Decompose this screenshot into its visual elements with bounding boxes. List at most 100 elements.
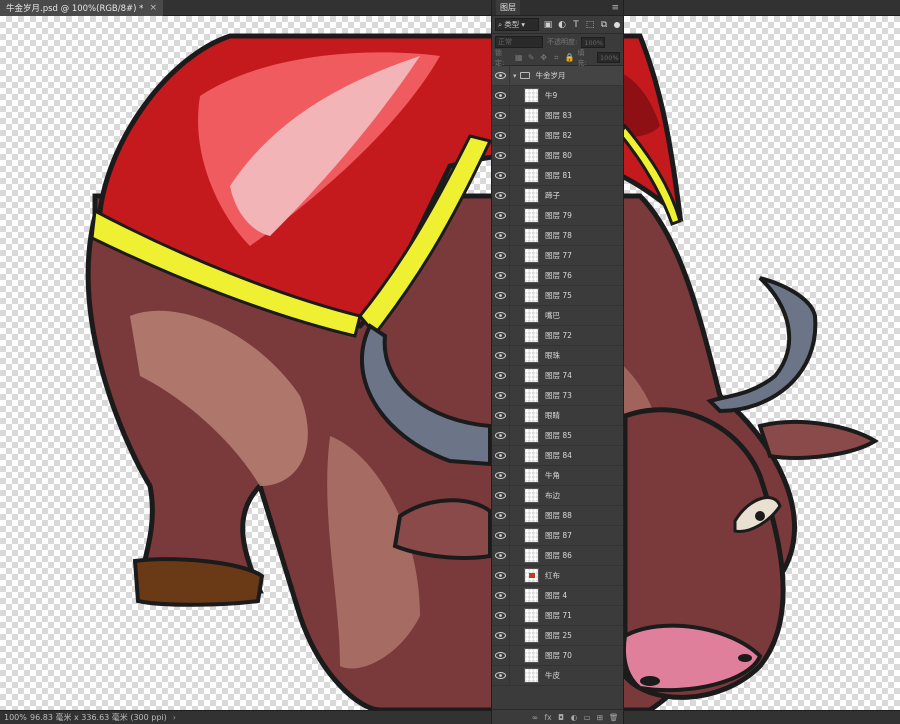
canvas[interactable] <box>0 16 900 710</box>
layer-row[interactable]: 牛9 <box>492 85 623 106</box>
layer-row[interactable]: 图层 86 <box>492 545 623 566</box>
layer-row[interactable]: 蹄子 <box>492 185 623 206</box>
layer-row[interactable]: 布边 <box>492 485 623 506</box>
layer-row[interactable]: 图层 80 <box>492 145 623 166</box>
visibility-eye-icon[interactable] <box>492 345 510 366</box>
layer-row[interactable]: 图层 79 <box>492 205 623 226</box>
image-filter-icon[interactable]: ▣ <box>543 20 553 30</box>
visibility-eye-icon[interactable] <box>492 425 510 446</box>
close-icon[interactable]: × <box>149 3 157 13</box>
lock-position-icon[interactable]: ✥ <box>540 53 549 62</box>
layer-row[interactable]: 图层 72 <box>492 325 623 346</box>
type-filter-icon[interactable]: T <box>571 20 581 30</box>
layer-row[interactable]: 图层 74 <box>492 365 623 386</box>
filter-toggle[interactable] <box>614 21 620 28</box>
layer-thumbnail[interactable] <box>524 88 539 103</box>
visibility-eye-icon[interactable] <box>492 485 510 506</box>
layer-thumbnail[interactable] <box>524 468 539 483</box>
layer-row[interactable]: 嘴巴 <box>492 305 623 326</box>
visibility-eye-icon[interactable] <box>492 145 510 166</box>
lock-pixels-icon[interactable]: ▦ <box>514 53 523 62</box>
fx-icon[interactable]: fx <box>544 713 552 722</box>
visibility-eye-icon[interactable] <box>492 545 510 566</box>
add-mask-icon[interactable]: ◘ <box>557 713 565 722</box>
layer-thumbnail[interactable] <box>524 448 539 463</box>
lock-artboard-icon[interactable]: ⌗ <box>552 53 561 63</box>
visibility-eye-icon[interactable] <box>492 325 510 346</box>
layer-thumbnail[interactable] <box>524 348 539 363</box>
layer-thumbnail[interactable] <box>524 368 539 383</box>
layer-thumbnail[interactable] <box>524 528 539 543</box>
visibility-eye-icon[interactable] <box>492 105 510 126</box>
layer-row[interactable]: 图层 87 <box>492 525 623 546</box>
visibility-eye-icon[interactable] <box>492 245 510 266</box>
panel-menu-icon[interactable]: ≡ <box>611 3 619 13</box>
layer-row[interactable]: 眼珠 <box>492 345 623 366</box>
layer-row[interactable]: 图层 88 <box>492 505 623 526</box>
layer-thumbnail[interactable] <box>524 288 539 303</box>
layer-row[interactable]: 图层 82 <box>492 125 623 146</box>
layer-thumbnail[interactable] <box>524 388 539 403</box>
chevron-down-icon[interactable]: ▾ <box>513 72 517 80</box>
layer-row[interactable]: 图层 75 <box>492 285 623 306</box>
visibility-eye-icon[interactable] <box>492 165 510 186</box>
layer-thumbnail[interactable] <box>524 228 539 243</box>
new-group-icon[interactable]: ▭ <box>583 713 591 722</box>
fill-field[interactable]: 100% <box>597 52 620 63</box>
layer-thumbnail[interactable] <box>524 548 539 563</box>
layer-row[interactable]: 图层 71 <box>492 605 623 626</box>
layer-thumbnail[interactable] <box>524 588 539 603</box>
visibility-eye-icon[interactable] <box>492 445 510 466</box>
visibility-eye-icon[interactable] <box>492 125 510 146</box>
layer-thumbnail[interactable] <box>524 108 539 123</box>
opacity-field[interactable]: 100% <box>581 36 606 48</box>
link-layers-icon[interactable]: ∞ <box>531 713 539 722</box>
layer-row[interactable]: 眼睛 <box>492 405 623 426</box>
blend-mode-select[interactable]: 正常 <box>495 36 543 48</box>
status-menu-arrow-icon[interactable]: › <box>167 713 176 722</box>
visibility-eye-icon[interactable] <box>492 225 510 246</box>
layer-thumbnail[interactable] <box>524 648 539 663</box>
visibility-eye-icon[interactable] <box>492 365 510 386</box>
layer-row[interactable]: 图层 77 <box>492 245 623 266</box>
layer-thumbnail[interactable] <box>524 308 539 323</box>
visibility-eye-icon[interactable] <box>492 605 510 626</box>
filter-kind-select[interactable]: ⌕ 类型 ▾ <box>495 18 539 31</box>
layer-thumbnail[interactable] <box>524 168 539 183</box>
visibility-eye-icon[interactable] <box>492 665 510 686</box>
layer-row[interactable]: 图层 85 <box>492 425 623 446</box>
layer-row[interactable]: 红布 <box>492 565 623 586</box>
layer-thumbnail[interactable] <box>524 128 539 143</box>
visibility-eye-icon[interactable] <box>492 305 510 326</box>
layer-row[interactable]: 牛角 <box>492 465 623 486</box>
new-layer-icon[interactable]: ⊞ <box>596 713 604 722</box>
visibility-eye-icon[interactable] <box>492 285 510 306</box>
shape-filter-icon[interactable]: ⬚ <box>585 20 595 30</box>
layer-thumbnail[interactable] <box>524 428 539 443</box>
visibility-eye-icon[interactable] <box>492 185 510 206</box>
adjustment-filter-icon[interactable]: ◐ <box>557 20 567 30</box>
layer-thumbnail[interactable] <box>524 508 539 523</box>
layer-thumbnail[interactable] <box>524 208 539 223</box>
visibility-eye-icon[interactable] <box>492 645 510 666</box>
delete-layer-icon[interactable]: 🗑 <box>609 713 619 722</box>
visibility-eye-icon[interactable] <box>492 565 510 586</box>
smart-object-filter-icon[interactable]: ⧉ <box>599 20 609 30</box>
layer-thumbnail[interactable] <box>524 148 539 163</box>
visibility-eye-icon[interactable] <box>492 65 510 86</box>
layer-row[interactable]: 图层 73 <box>492 385 623 406</box>
layer-thumbnail[interactable] <box>524 268 539 283</box>
visibility-eye-icon[interactable] <box>492 505 510 526</box>
layer-row[interactable]: 图层 25 <box>492 625 623 646</box>
adjustment-layer-icon[interactable]: ◐ <box>570 713 578 722</box>
visibility-eye-icon[interactable] <box>492 265 510 286</box>
visibility-eye-icon[interactable] <box>492 85 510 106</box>
layer-thumbnail[interactable] <box>524 408 539 423</box>
visibility-eye-icon[interactable] <box>492 385 510 406</box>
layer-thumbnail[interactable] <box>524 248 539 263</box>
layer-row[interactable]: 图层 76 <box>492 265 623 286</box>
visibility-eye-icon[interactable] <box>492 625 510 646</box>
layer-thumbnail[interactable] <box>524 328 539 343</box>
layer-thumbnail[interactable] <box>524 568 539 583</box>
layer-thumbnail[interactable] <box>524 188 539 203</box>
